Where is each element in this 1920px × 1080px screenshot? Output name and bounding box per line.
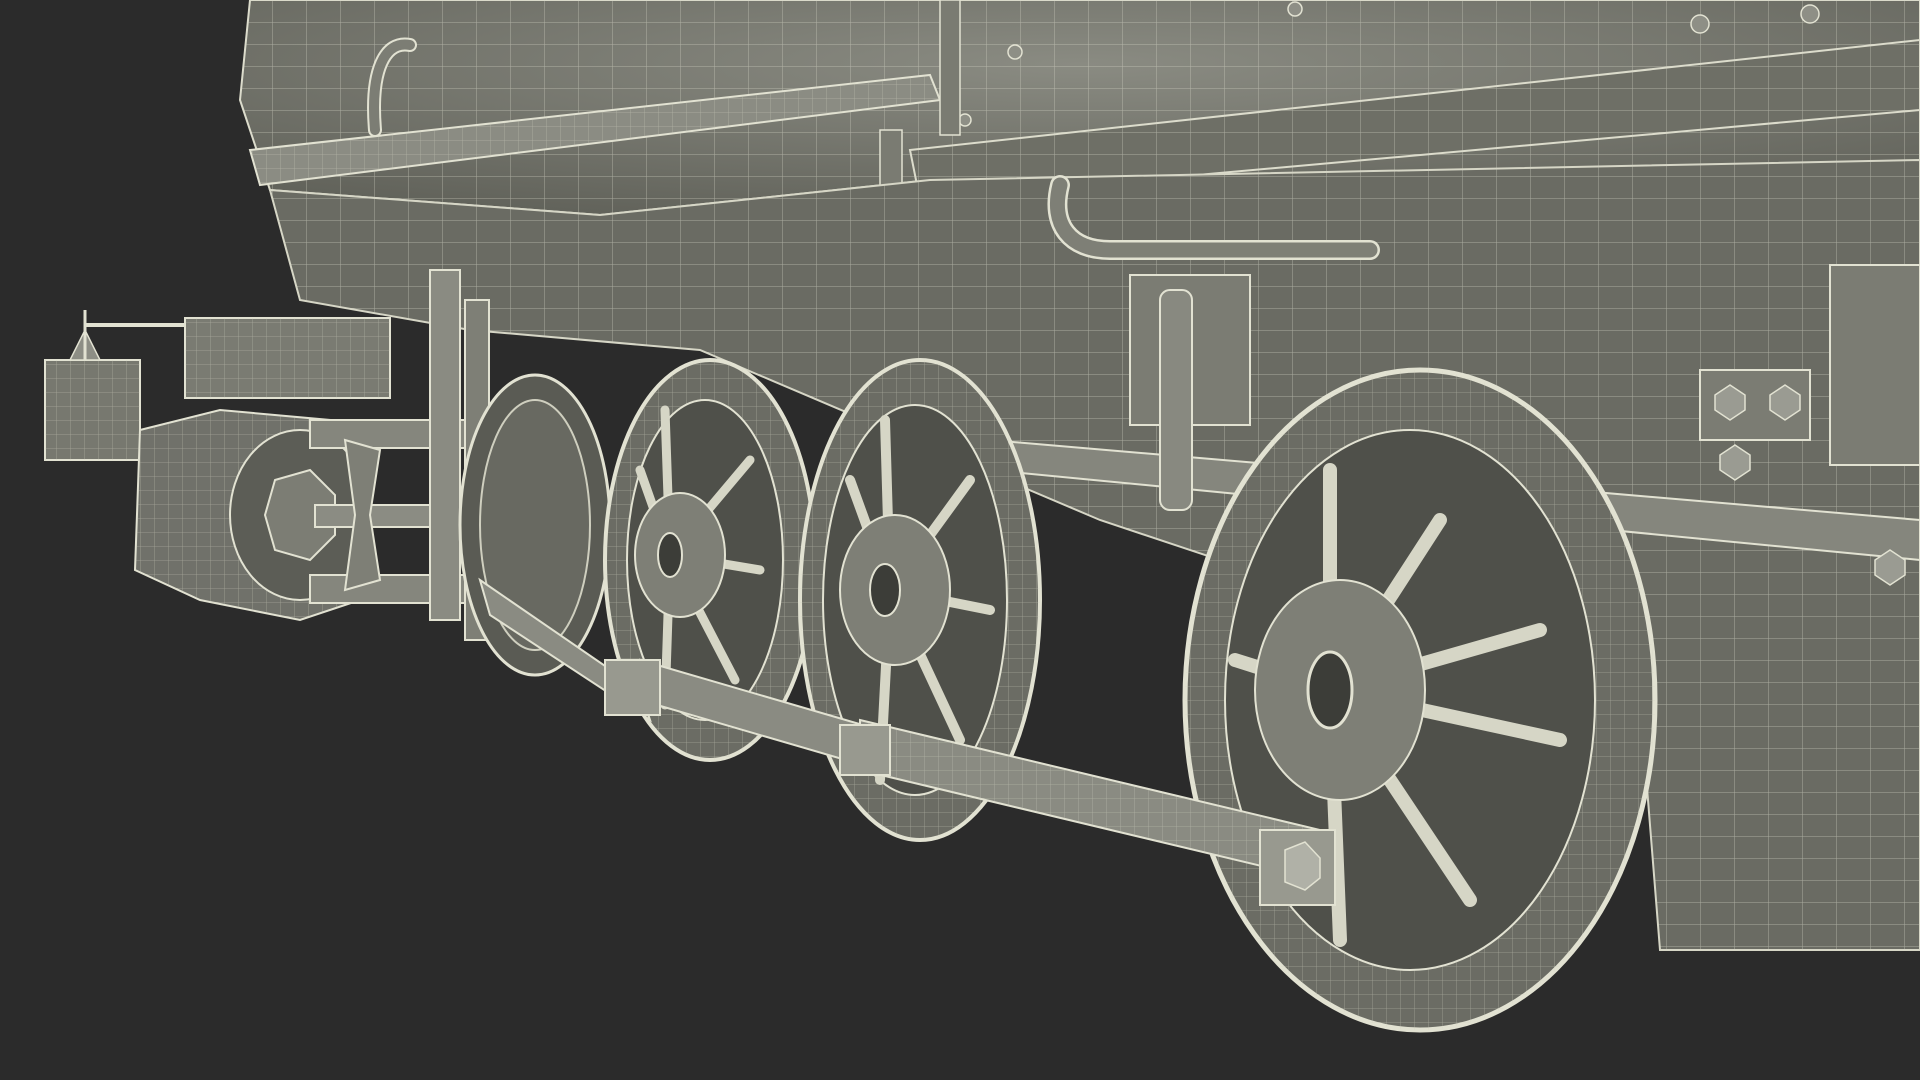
- locomotive-wireframe-render: [44, 0, 1920, 1033]
- render-viewport: [0, 0, 1920, 1080]
- drive-wheel-4: [1182, 367, 1658, 1033]
